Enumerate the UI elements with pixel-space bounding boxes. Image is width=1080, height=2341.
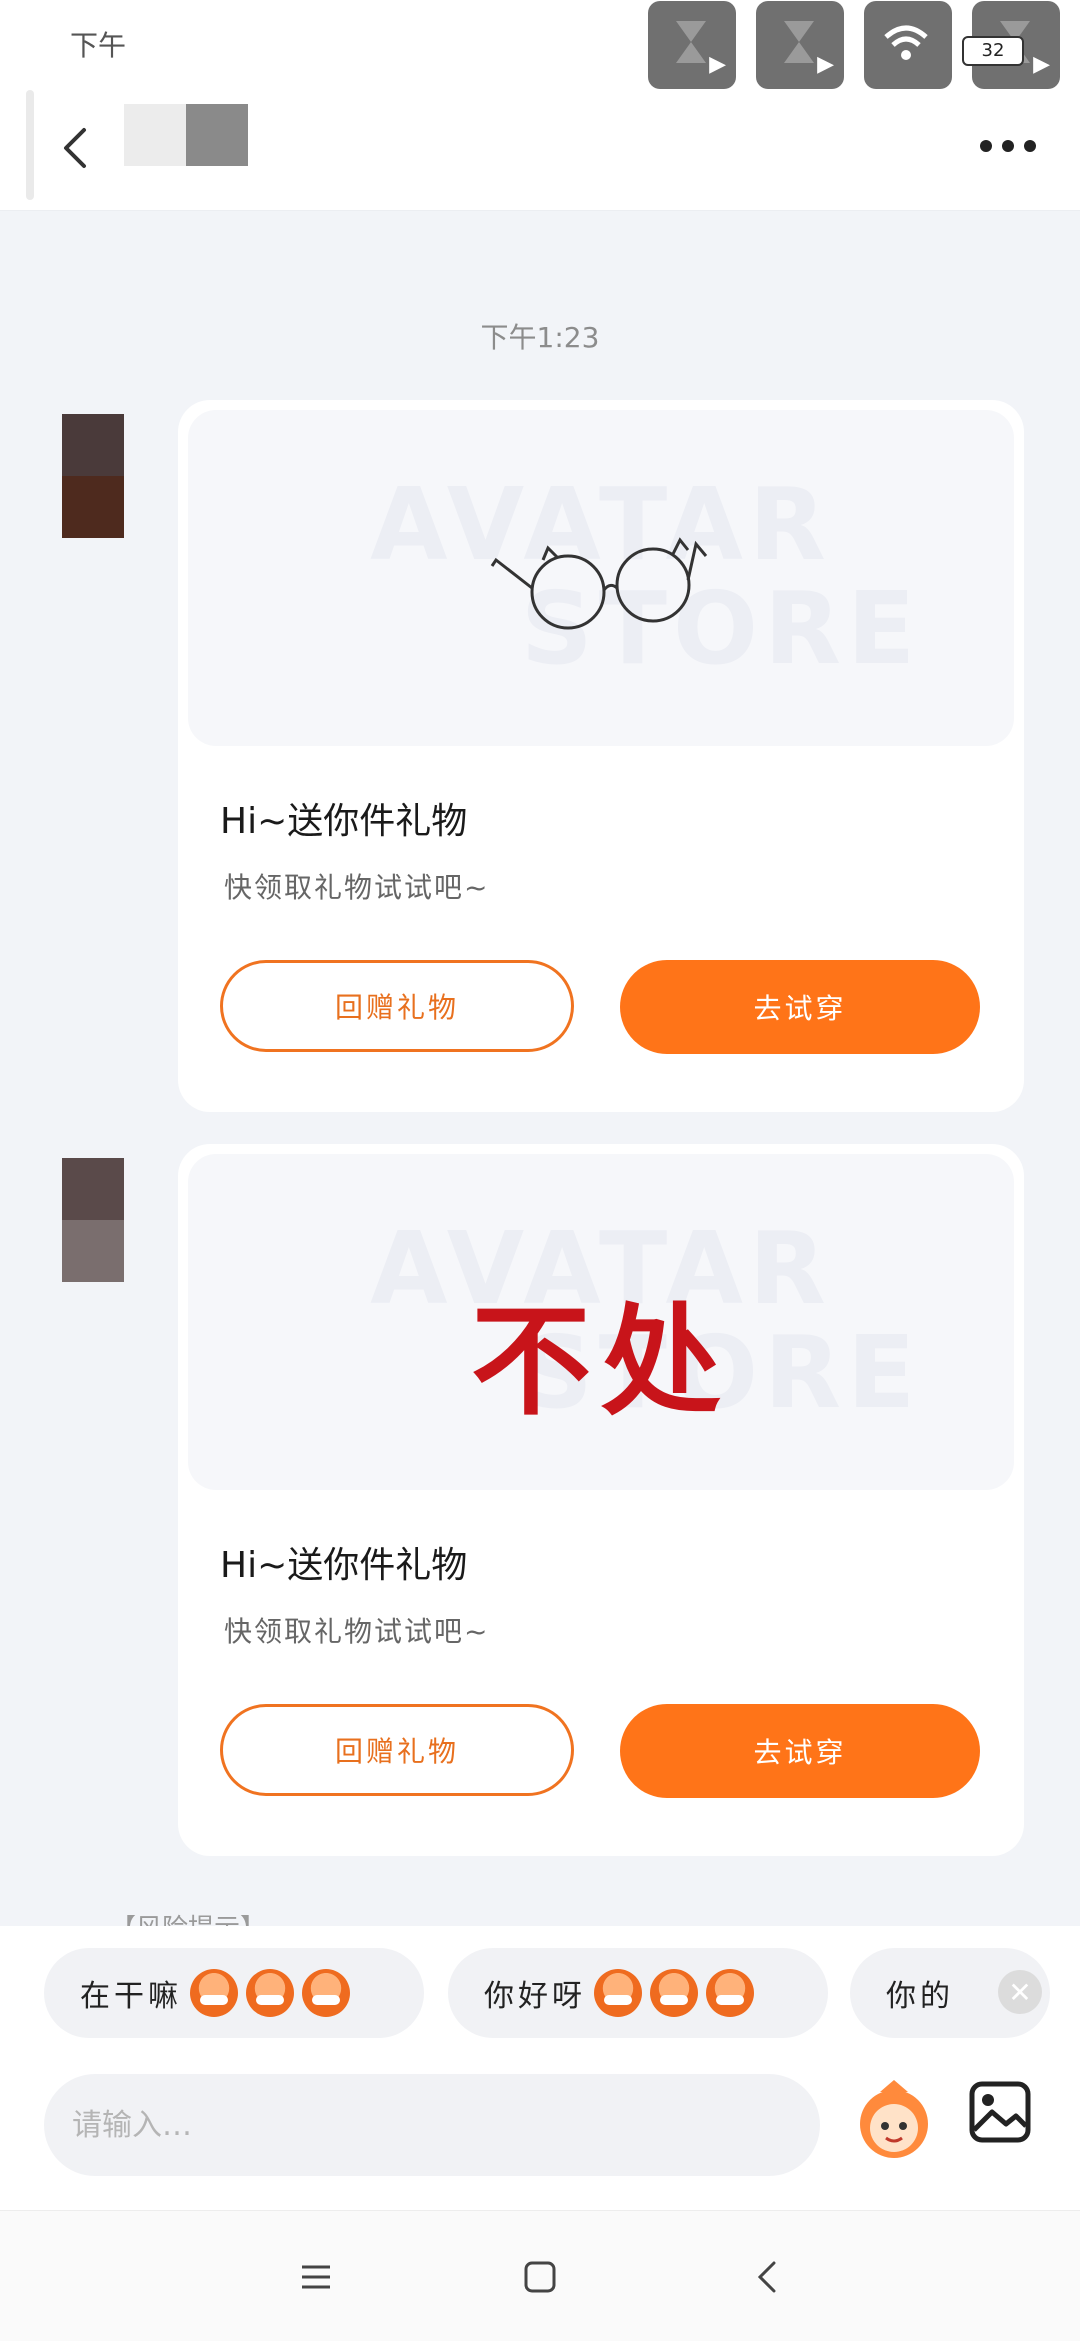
- return-gift-button[interactable]: 回赠礼物: [220, 1704, 574, 1796]
- gift-image[interactable]: AVATAR STORE 不处: [188, 1154, 1014, 1490]
- close-icon[interactable]: ✕: [998, 1970, 1042, 2014]
- try-on-button[interactable]: 去试穿: [620, 960, 980, 1054]
- gift-card-subtitle: 快领取礼物试试吧~: [224, 871, 490, 904]
- composer-panel: 在干嘛 你好呀 你的 ✕: [0, 1926, 1080, 2210]
- floating-window-1[interactable]: ▶: [648, 1, 736, 89]
- dot: [1024, 140, 1036, 152]
- play-icon: ▶: [709, 52, 726, 77]
- battery-indicator: 32: [962, 36, 1024, 66]
- sender-avatar[interactable]: [62, 414, 124, 538]
- status-bar: 下午 ▶ ▶ ▶ 32: [0, 0, 1080, 90]
- system-nav-bar: [0, 2210, 1080, 2341]
- laughing-emoji-icon: [190, 1969, 238, 2017]
- play-icon: ▶: [817, 52, 834, 77]
- sender-avatar[interactable]: [62, 1158, 124, 1282]
- glasses-icon: [490, 537, 708, 630]
- gift-image[interactable]: AVATAR STORE: [188, 410, 1014, 746]
- wifi-icon: [884, 25, 928, 60]
- home-icon[interactable]: [520, 2257, 560, 2297]
- quick-reply-label: 你的: [886, 1979, 954, 2014]
- battery-level: 32: [981, 40, 1005, 61]
- dot: [980, 140, 992, 152]
- chevron-left-icon[interactable]: [48, 118, 108, 178]
- hourglass-icon: [676, 21, 706, 63]
- hourglass-icon: [784, 21, 814, 63]
- quick-reply-chip[interactable]: 在干嘛: [44, 1948, 424, 2038]
- top-bar: [0, 90, 1080, 211]
- gift-card: AVATAR STORE 不处 Hi~送你件礼物 快领取礼物试试吧~ 回赠礼物 …: [178, 1144, 1024, 1856]
- floating-window-2[interactable]: ▶: [756, 1, 844, 89]
- sticker-icon[interactable]: [850, 2076, 938, 2164]
- monkey-emoji-icon: [706, 1969, 754, 2017]
- image-icon[interactable]: [966, 2078, 1034, 2146]
- floating-window-3[interactable]: [864, 1, 952, 89]
- gift-card-title: Hi~送你件礼物: [220, 801, 468, 842]
- contact-avatar[interactable]: [124, 104, 248, 166]
- monkey-emoji-icon: [594, 1969, 642, 2017]
- gift-card-subtitle: 快领取礼物试试吧~: [224, 1615, 490, 1648]
- quick-reply-chip[interactable]: 你好呀: [448, 1948, 828, 2038]
- play-icon: ▶: [1033, 52, 1050, 77]
- chat-timestamp: 下午1:23: [480, 321, 600, 354]
- more-dots-icon[interactable]: [976, 134, 1040, 158]
- dot: [1002, 140, 1014, 152]
- try-on-button[interactable]: 去试穿: [620, 1704, 980, 1798]
- gift-image-text: 不处: [471, 1291, 731, 1432]
- quick-reply-label: 在干嘛: [80, 1979, 182, 2014]
- laughing-emoji-icon: [246, 1969, 294, 2017]
- quick-reply-label: 你好呀: [484, 1979, 586, 2014]
- gift-card: AVATAR STORE Hi~送你件礼物 快领取礼物试试吧~ 回赠礼物 去试穿: [178, 400, 1024, 1112]
- monkey-emoji-icon: [650, 1969, 698, 2017]
- status-time: 下午: [70, 29, 127, 62]
- message-input[interactable]: [44, 2074, 820, 2176]
- return-gift-button[interactable]: 回赠礼物: [220, 960, 574, 1052]
- back-icon[interactable]: [748, 2257, 788, 2297]
- gift-card-title: Hi~送你件礼物: [220, 1545, 468, 1586]
- laughing-emoji-icon: [302, 1969, 350, 2017]
- risk-notice: 【风险提示】: [110, 1908, 1010, 1926]
- window-edge: [26, 90, 34, 200]
- menu-icon[interactable]: [296, 2257, 336, 2297]
